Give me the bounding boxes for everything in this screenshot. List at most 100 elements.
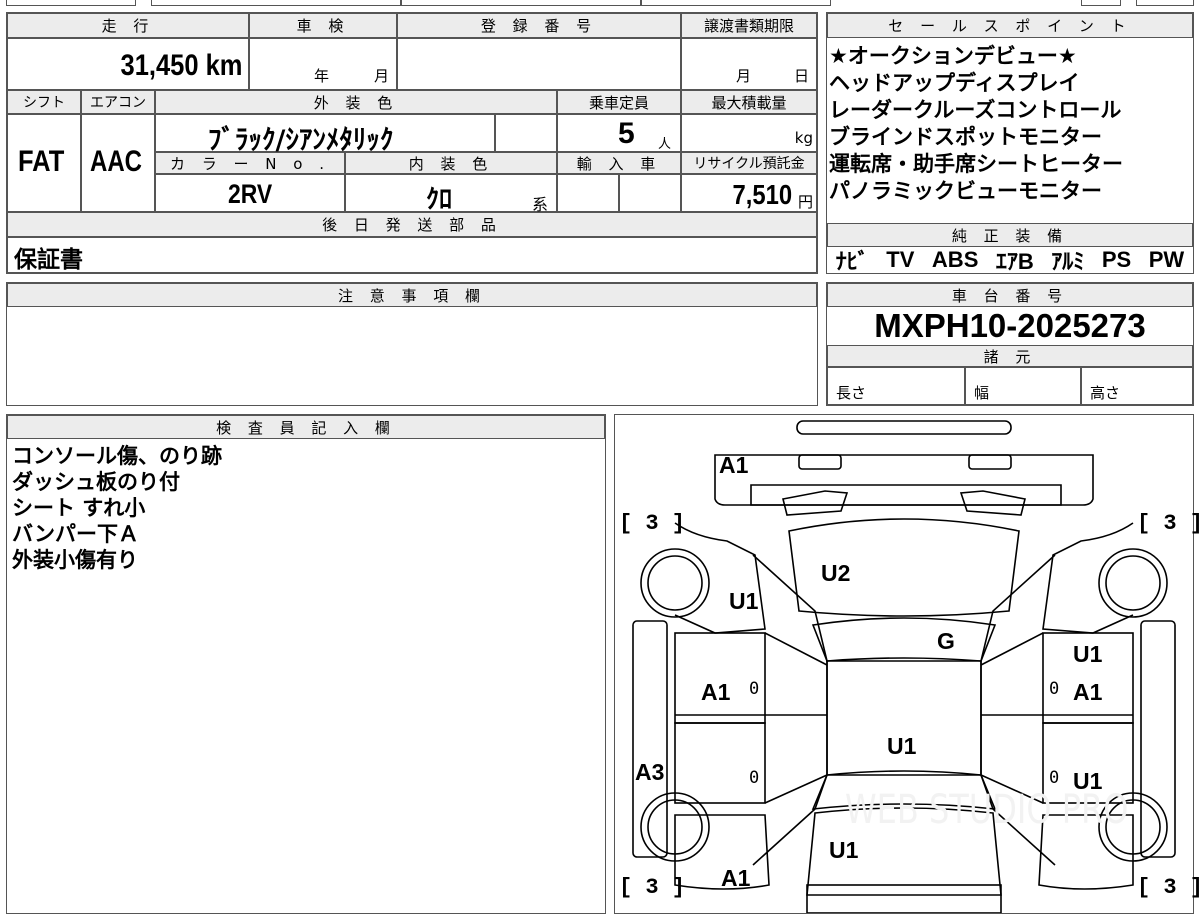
- registration-cell: [397, 38, 681, 90]
- later-parts-header: 後 日 発 送 部 品: [7, 212, 817, 237]
- inspector-notes-list: コンソール傷、のり跡 ダッシュ板のり付 シート すれ小 バンパー下Ａ 外装小傷有…: [12, 443, 602, 573]
- max-load-unit: kg: [794, 129, 813, 147]
- inspection-month-label: 月: [374, 67, 390, 85]
- chassis-number-value: MXPH10-2025273: [874, 307, 1146, 344]
- top-cropped-row: [6, 0, 1194, 6]
- inspection-cell: 年 月: [249, 38, 397, 90]
- sales-point: レーダークルーズコントロール: [829, 98, 1122, 122]
- zero-mark: 0: [1049, 768, 1060, 788]
- spec-width-cell: 幅: [965, 367, 1081, 405]
- deadline-day-label: 日: [794, 67, 810, 85]
- sales-point: ★オークションデビュー★: [829, 44, 1077, 68]
- shift-value: FAT: [18, 145, 65, 178]
- inspector-note: ダッシュ板のり付: [12, 470, 180, 494]
- inspector-header: 検 査 員 記 入 欄: [7, 415, 605, 439]
- inspection-header: 車 検: [249, 13, 397, 38]
- recycle-cell: 7,510 円: [681, 174, 817, 212]
- zero-mark: 0: [1049, 679, 1060, 699]
- vehicle-info-table: 走 行 車 検 登 録 番 号 譲渡書類期限 31,450 km 年 月 月 日…: [6, 12, 818, 274]
- sales-points-panel: セ ー ル ス ポ イ ン ト ★オークションデビュー★ ヘッドアップディスプレ…: [826, 12, 1194, 274]
- tire-rating-value: 3: [645, 875, 659, 900]
- damage-hood: U2: [821, 560, 851, 586]
- sales-point: ブラインドスポットモニター: [829, 125, 1102, 149]
- damage-roof: U1: [887, 733, 917, 759]
- max-load-header: 最大積載量: [681, 90, 817, 114]
- sales-point: パノラミックビューモニター: [829, 179, 1102, 203]
- damage-right-rear-door: U1: [1073, 768, 1103, 794]
- specs-header: 諸 元: [827, 345, 1193, 367]
- notes-header: 注 意 事 項 欄: [7, 283, 817, 307]
- exterior-color-header: 外 装 色: [155, 90, 557, 114]
- shift-header: シフト: [7, 90, 81, 114]
- spec-height-label: 高さ: [1090, 384, 1121, 402]
- transfer-deadline-header: 譲渡書類期限: [681, 13, 817, 38]
- interior-color-cell: ｸﾛ 系: [345, 174, 557, 215]
- mileage-cell: 31,450 km: [7, 38, 249, 90]
- equipment-abs: ABS: [931, 247, 979, 272]
- damage-rear-bumper: A1: [721, 865, 751, 891]
- recycle-unit: 円: [797, 193, 813, 211]
- inspector-note: コンソール傷、のり跡: [12, 444, 222, 468]
- equipment-airbag: ｴｱB: [995, 249, 1034, 274]
- equipment-ps: PS: [1101, 247, 1132, 272]
- chassis-panel: 車 台 番 号 MXPH10-2025273 諸 元 長さ 幅 高さ: [826, 282, 1194, 406]
- tire-rating-rear-right: [ 3 ]: [1137, 875, 1200, 900]
- interior-color-header: 内 装 色: [345, 152, 557, 174]
- damage-left-side-sill: A3: [635, 759, 665, 785]
- tire-rating-rear-left: [ 3 ]: [619, 875, 686, 900]
- car-diagram: [632, 420, 1176, 913]
- max-load-cell: kg: [681, 114, 817, 152]
- aircon-value: AAC: [90, 145, 142, 178]
- later-parts-value: 保証書: [14, 247, 83, 273]
- tire-rating-front-left: [ 3 ]: [619, 511, 686, 536]
- equipment-alloy: ｱﾙﾐ: [1051, 249, 1085, 274]
- spec-width-label: 幅: [974, 384, 990, 402]
- zero-mark: 0: [749, 768, 760, 788]
- tire-rating-value: 3: [645, 511, 659, 536]
- color-no-header: カ ラ ー N o .: [155, 152, 345, 174]
- aircon-cell: AAC: [81, 114, 155, 212]
- shift-cell: FAT: [7, 114, 81, 212]
- damage-left-front-door: A1: [701, 679, 731, 705]
- inspector-note: 外装小傷有り: [12, 548, 138, 572]
- damage-right-front-door: A1: [1073, 679, 1103, 705]
- damage-map-panel: WEB STUDIO PRO A1 U2 U1 G U1 A1 A1 U1 A3…: [614, 414, 1200, 914]
- sales-points-list: ★オークションデビュー★ ヘッドアップディスプレイ レーダークルーズコントロール…: [829, 43, 1191, 213]
- tire-rating-value: 3: [1163, 511, 1177, 536]
- equipment-tv: TV: [886, 247, 915, 272]
- chassis-number-header: 車 台 番 号: [827, 283, 1193, 307]
- spec-height-cell: 高さ: [1081, 367, 1193, 405]
- sales-point: ヘッドアップディスプレイ: [829, 71, 1080, 95]
- spec-length-label: 長さ: [836, 384, 867, 402]
- capacity-unit: 人: [658, 137, 672, 152]
- damage-trunk: U1: [829, 837, 859, 863]
- sales-points-header: セ ー ル ス ポ イ ン ト: [827, 13, 1193, 38]
- import-header: 輸 入 車: [557, 152, 681, 174]
- inspection-year-label: 年: [314, 67, 330, 85]
- deadline-month-label: 月: [736, 67, 752, 85]
- notes-panel: 注 意 事 項 欄: [6, 282, 818, 406]
- equipment-pw: PW: [1148, 247, 1185, 272]
- color-no-cell: 2RV: [155, 174, 345, 212]
- capacity-cell: 5 人: [557, 114, 681, 152]
- exterior-color-cell: ﾌﾞﾗｯｸ/ｼｱﾝﾒﾀﾘｯｸ: [155, 114, 495, 156]
- mileage-value: 31,450 km: [120, 49, 242, 82]
- later-parts-cell: 保証書: [7, 237, 817, 273]
- damage-front-bumper: A1: [719, 452, 749, 478]
- recycle-header: リサイクル預託金: [681, 152, 817, 174]
- transfer-deadline-cell: 月 日: [681, 38, 817, 90]
- capacity-value: 5: [618, 117, 635, 150]
- tire-rating-front-right: [ 3 ]: [1137, 511, 1200, 536]
- inspector-note: バンパー下Ａ: [12, 522, 140, 546]
- registration-header: 登 録 番 号: [397, 13, 681, 38]
- zero-mark: 0: [749, 679, 760, 699]
- import-cell-left: [557, 174, 619, 212]
- damage-right-front-fender: U1: [1073, 641, 1103, 667]
- equipment-row: ﾅﾋﾞ TV ABS ｴｱB ｱﾙﾐ PS PW: [827, 247, 1193, 274]
- exterior-color-extra-cell: [495, 114, 557, 152]
- interior-color-value: ｸﾛ: [426, 185, 453, 215]
- tire-rating-value: 3: [1163, 875, 1177, 900]
- capacity-header: 乗車定員: [557, 90, 681, 114]
- inspector-note: シート すれ小: [12, 496, 146, 520]
- spec-length-cell: 長さ: [827, 367, 965, 405]
